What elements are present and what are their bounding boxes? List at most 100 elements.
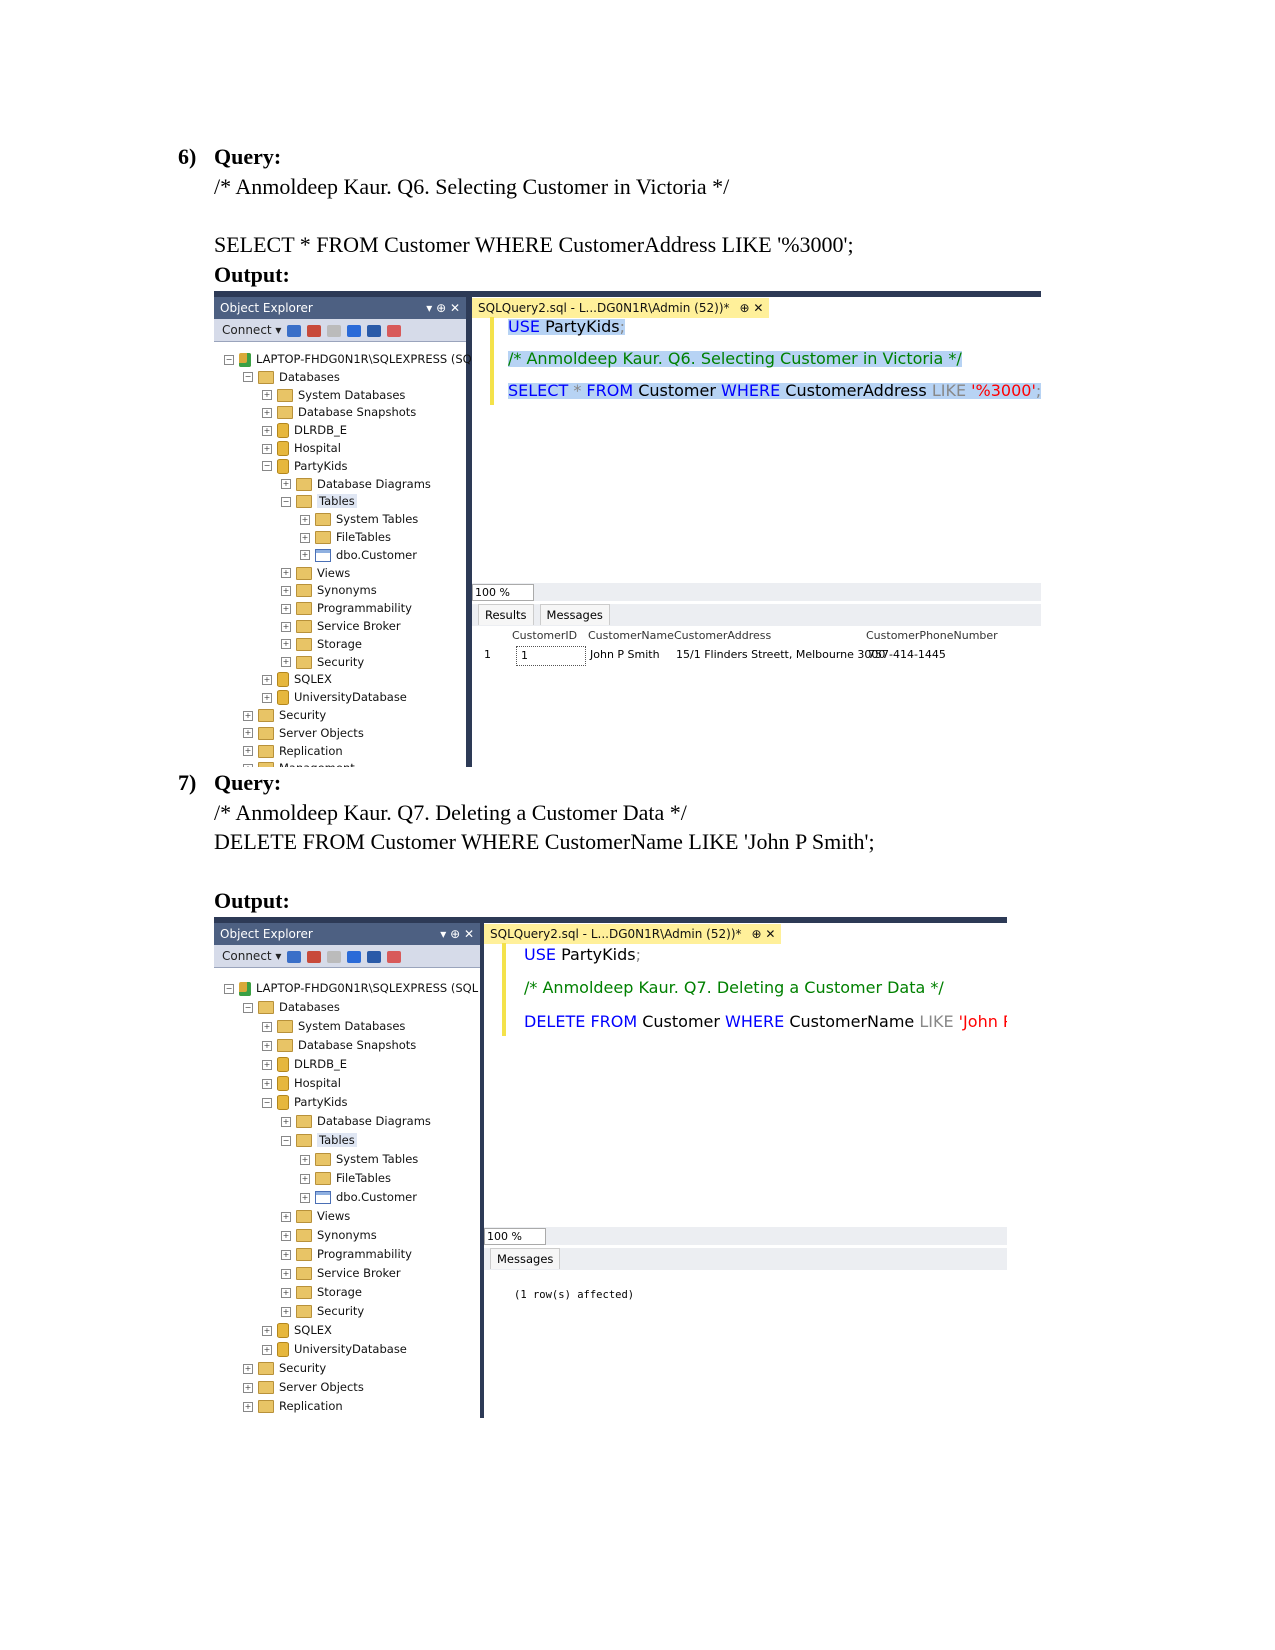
expand-icon[interactable]: + xyxy=(281,568,291,579)
tree-item[interactable]: + Service Broker xyxy=(281,1264,401,1282)
expand-icon[interactable]: + xyxy=(281,1306,291,1317)
tree-item[interactable]: + Security xyxy=(243,706,326,724)
expand-icon[interactable]: + xyxy=(243,1363,253,1374)
result-tab-results[interactable]: Results xyxy=(478,604,534,625)
expand-icon[interactable]: + xyxy=(262,407,272,418)
tree-item[interactable]: + UniversityDatabase xyxy=(262,1340,407,1358)
expand-icon[interactable]: + xyxy=(262,1021,272,1032)
column-header[interactable]: CustomerID xyxy=(512,627,577,645)
grid-cell[interactable]: 15/1 Flinders Streett, Melbourne 3000 xyxy=(676,646,885,664)
tree-item[interactable]: +Management xyxy=(243,1416,355,1418)
tree-item[interactable]: − Tables xyxy=(281,1131,357,1149)
refresh-icon[interactable] xyxy=(367,324,382,337)
expand-icon[interactable]: + xyxy=(262,674,272,685)
collapse-icon[interactable]: − xyxy=(224,354,234,365)
expand-icon[interactable]: + xyxy=(281,479,291,490)
tree-item[interactable]: − Databases xyxy=(243,368,340,386)
tree-item[interactable]: + SQLEX xyxy=(262,1321,332,1339)
tree-item[interactable]: + Service Broker xyxy=(281,617,401,635)
connect-button[interactable]: Connect ▾ xyxy=(222,949,281,963)
tree-item[interactable]: +Management xyxy=(243,759,355,767)
result-tab-messages[interactable]: Messages xyxy=(539,604,610,625)
tree-item[interactable]: + Security xyxy=(243,1359,326,1377)
zoom-dropdown[interactable]: 100 % xyxy=(472,584,534,601)
expand-icon[interactable]: + xyxy=(281,1211,291,1222)
tree-item[interactable]: + System Databases xyxy=(262,1017,405,1035)
tree-item[interactable]: + DLRDB_E xyxy=(262,1055,347,1073)
collapse-icon[interactable]: − xyxy=(243,1002,253,1013)
expand-icon[interactable]: + xyxy=(281,621,291,632)
tree-item[interactable]: + Security xyxy=(281,1302,364,1320)
expand-icon[interactable]: + xyxy=(300,532,310,543)
activity-monitor-icon[interactable] xyxy=(387,950,402,963)
code-line[interactable]: /* Anmoldeep Kaur. Q7. Deleting a Custom… xyxy=(524,980,944,996)
connect-icon[interactable] xyxy=(287,950,302,963)
expand-icon[interactable]: + xyxy=(281,657,291,668)
connect-icon[interactable] xyxy=(287,324,302,337)
expand-icon[interactable]: + xyxy=(262,1040,272,1051)
tree-item[interactable]: + dbo.Customer xyxy=(300,546,417,564)
expand-icon[interactable]: + xyxy=(300,550,310,561)
collapse-icon[interactable]: − xyxy=(281,496,291,507)
tree-item[interactable]: + Database Diagrams xyxy=(281,1112,431,1130)
stop-icon[interactable] xyxy=(327,324,342,337)
collapse-icon[interactable]: − xyxy=(262,461,272,472)
disconnect-icon[interactable] xyxy=(307,950,322,963)
expand-icon[interactable]: + xyxy=(262,1325,272,1336)
tree-item[interactable]: + Database Diagrams xyxy=(281,475,431,493)
panel-controls[interactable]: ▾ ⊕ ✕ xyxy=(440,923,474,945)
expand-icon[interactable]: + xyxy=(281,1287,291,1298)
tree-item[interactable]: + Hospital xyxy=(262,1074,341,1092)
connect-button[interactable]: Connect ▾ xyxy=(222,323,281,337)
filter-icon[interactable] xyxy=(347,950,362,963)
tree-item[interactable]: + Hospital xyxy=(262,439,341,457)
tree-item[interactable]: + System Tables xyxy=(300,510,418,528)
tree-item[interactable]: + Database Snapshots xyxy=(262,403,416,421)
code-line[interactable]: USE PartyKids; xyxy=(524,947,641,963)
tree-item[interactable]: + Synonyms xyxy=(281,1226,377,1244)
expand-icon[interactable]: + xyxy=(281,1268,291,1279)
query-tab[interactable]: SQLQuery2.sql - L...DG0N1R\Admin (52))* ⊕… xyxy=(472,298,770,318)
expand-icon[interactable]: + xyxy=(262,390,272,401)
tree-item[interactable]: + Synonyms xyxy=(281,581,377,599)
expand-icon[interactable]: + xyxy=(243,763,253,767)
expand-icon[interactable]: + xyxy=(262,1078,272,1089)
column-header[interactable]: CustomerName xyxy=(588,627,674,645)
expand-icon[interactable]: + xyxy=(243,1382,253,1393)
result-tab-messages[interactable]: Messages xyxy=(490,1248,561,1269)
code-line[interactable]: DELETE FROM Customer WHERE CustomerName … xyxy=(524,1014,1007,1030)
expand-icon[interactable]: + xyxy=(281,603,291,614)
expand-icon[interactable]: + xyxy=(281,1116,291,1127)
filter-icon[interactable] xyxy=(347,324,362,337)
expand-icon[interactable]: + xyxy=(281,1230,291,1241)
expand-icon[interactable]: + xyxy=(262,692,272,703)
expand-icon[interactable]: + xyxy=(243,710,253,721)
collapse-icon[interactable]: − xyxy=(243,372,253,383)
collapse-icon[interactable]: − xyxy=(281,1135,291,1146)
collapse-icon[interactable]: − xyxy=(262,1097,272,1108)
tree-item[interactable]: + Storage xyxy=(281,635,362,653)
expand-icon[interactable]: + xyxy=(262,1059,272,1070)
tree-item[interactable]: − LAPTOP-FHDG0N1R\SQLEXPRESS (SQL xyxy=(224,350,478,368)
expand-icon[interactable]: + xyxy=(300,1173,310,1184)
tab-pin-close-buttons[interactable]: ⊕ ✕ xyxy=(740,301,764,315)
query-tab[interactable]: SQLQuery2.sql - L...DG0N1R\Admin (52))* ⊕… xyxy=(484,924,782,944)
expand-icon[interactable]: + xyxy=(243,1401,253,1412)
code-line[interactable]: /* Anmoldeep Kaur. Q6. Selecting Custome… xyxy=(508,351,962,367)
code-line[interactable]: SELECT * FROM Customer WHERE CustomerAdd… xyxy=(508,383,1041,399)
tree-item[interactable]: + Database Snapshots xyxy=(262,1036,416,1054)
tree-item[interactable]: + Programmability xyxy=(281,599,412,617)
tree-item[interactable]: + Server Objects xyxy=(243,1378,364,1396)
expand-icon[interactable]: + xyxy=(262,443,272,454)
code-line[interactable]: USE PartyKids; xyxy=(508,319,625,335)
tree-item[interactable]: + dbo.Customer xyxy=(300,1188,417,1206)
tree-item[interactable]: + Storage xyxy=(281,1283,362,1301)
expand-icon[interactable]: + xyxy=(300,1154,310,1165)
tree-item[interactable]: + Security xyxy=(281,653,364,671)
tab-pin-close-buttons[interactable]: ⊕ ✕ xyxy=(752,927,776,941)
tree-item[interactable]: + DLRDB_E xyxy=(262,421,347,439)
zoom-dropdown[interactable]: 100 % xyxy=(484,1228,546,1245)
tree-item[interactable]: + System Databases xyxy=(262,386,405,404)
disconnect-icon[interactable] xyxy=(307,324,322,337)
expand-icon[interactable]: + xyxy=(281,585,291,596)
